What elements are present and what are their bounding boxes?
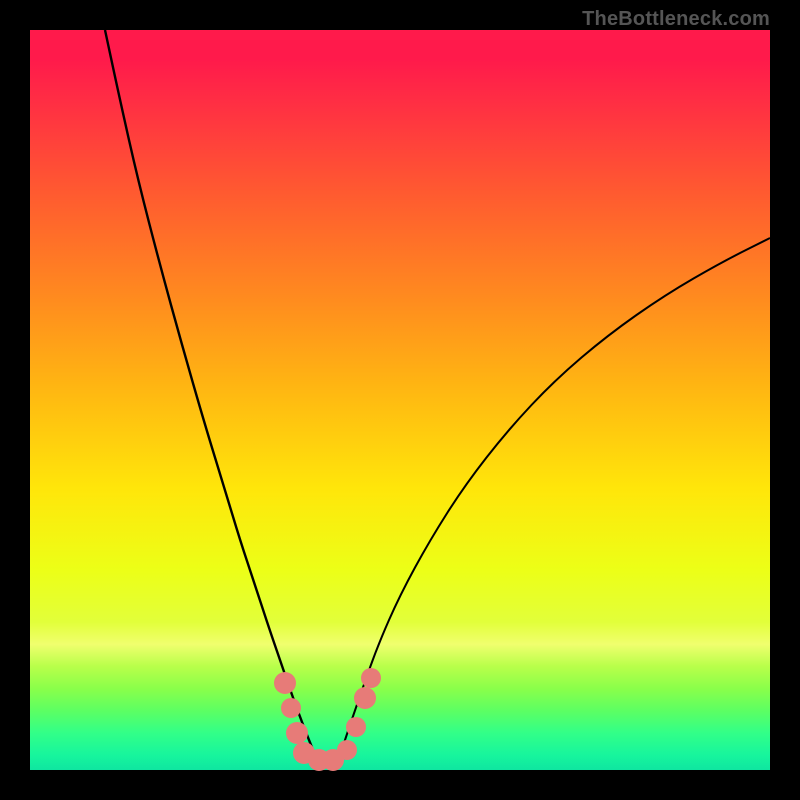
brand-watermark: TheBottleneck.com: [582, 8, 770, 31]
plot-area: [30, 30, 770, 770]
curve-left-branch: [105, 30, 315, 755]
bottleneck-marker: [281, 698, 301, 718]
bottleneck-marker: [354, 687, 376, 709]
curve-right-branch: [340, 238, 770, 755]
bottleneck-marker: [286, 722, 308, 744]
bottleneck-marker: [274, 672, 296, 694]
bottleneck-marker: [337, 740, 357, 760]
chart-svg: [30, 30, 770, 770]
bottleneck-markers: [274, 668, 381, 771]
bottleneck-marker: [346, 717, 366, 737]
chart-outer-frame: TheBottleneck.com: [0, 0, 800, 800]
bottleneck-marker: [361, 668, 381, 688]
